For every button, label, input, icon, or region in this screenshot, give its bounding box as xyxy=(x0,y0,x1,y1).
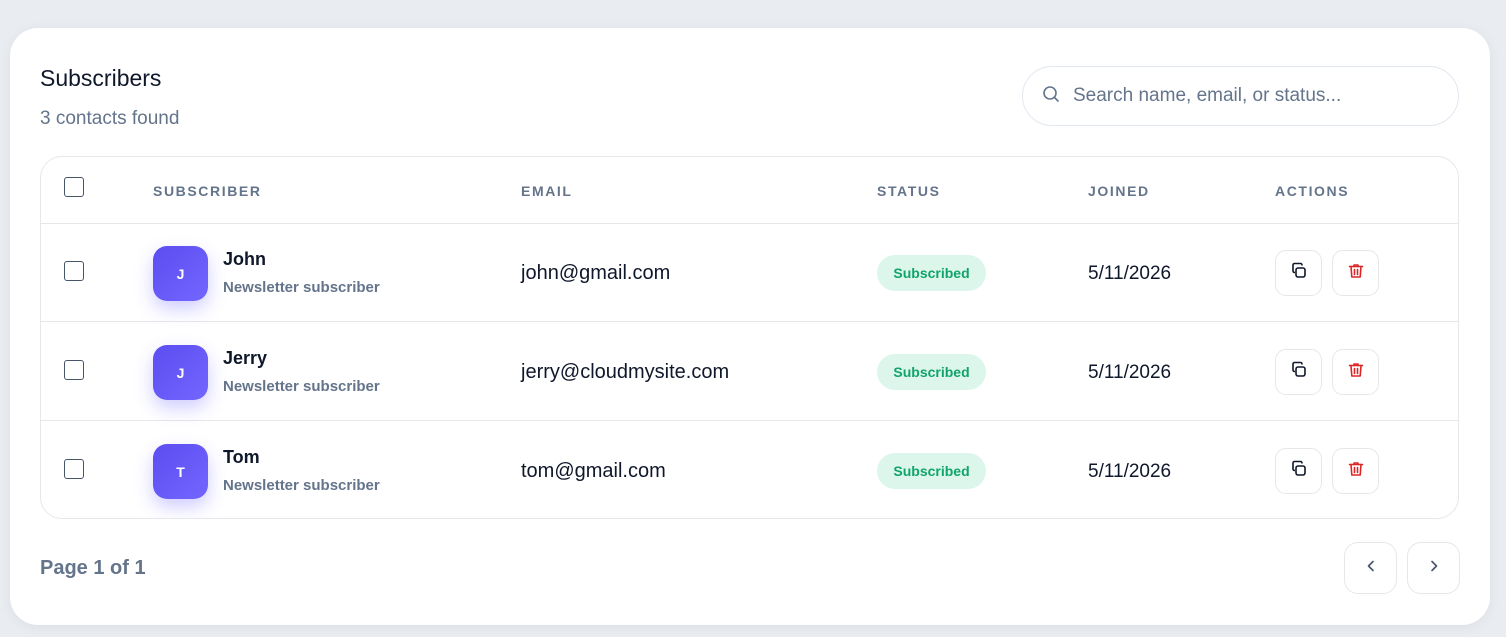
subscriber-name: Jerry xyxy=(223,348,268,368)
joined-date: 5/11/2026 xyxy=(1088,362,1172,383)
column-header-actions: ACTIONS xyxy=(1275,183,1350,199)
row-checkbox[interactable] xyxy=(64,360,84,380)
status-badge: Subscribed xyxy=(877,453,986,489)
subscribers-card: Subscribers 3 contacts found SUBSCRIBER … xyxy=(10,28,1490,625)
column-header-email[interactable]: EMAIL xyxy=(521,183,573,199)
trash-icon xyxy=(1346,360,1366,385)
row-checkbox[interactable] xyxy=(64,459,84,479)
subscriber-name: Tom xyxy=(223,447,260,467)
pagination-label: Page 1 of 1 xyxy=(40,557,146,579)
chevron-left-icon xyxy=(1363,558,1379,579)
column-header-joined[interactable]: JOINED xyxy=(1088,183,1150,199)
status-badge: Subscribed xyxy=(877,255,986,291)
avatar: J xyxy=(153,246,208,301)
avatar: J xyxy=(153,345,208,400)
joined-date: 5/11/2026 xyxy=(1088,461,1172,482)
row-checkbox[interactable] xyxy=(64,261,84,281)
next-page-button[interactable] xyxy=(1407,542,1460,594)
copy-icon xyxy=(1289,261,1309,286)
subscriber-email: tom@gmail.com xyxy=(521,460,666,482)
table-row[interactable]: J John Newsletter subscriber john@gmail.… xyxy=(41,224,1458,322)
subscriber-name: John xyxy=(223,249,266,269)
delete-button[interactable] xyxy=(1332,250,1379,296)
search-box[interactable] xyxy=(1022,66,1459,126)
contacts-count: 3 contacts found xyxy=(40,108,180,129)
table-header: SUBSCRIBER EMAIL STATUS JOINED ACTIONS xyxy=(41,157,1458,224)
search-input[interactable] xyxy=(1073,85,1433,107)
copy-icon xyxy=(1289,459,1309,484)
copy-button[interactable] xyxy=(1275,349,1322,395)
subscriber-description: Newsletter subscriber xyxy=(223,279,380,296)
previous-page-button[interactable] xyxy=(1344,542,1397,594)
column-header-status[interactable]: STATUS xyxy=(877,183,941,199)
search-icon xyxy=(1041,84,1061,109)
trash-icon xyxy=(1346,459,1366,484)
trash-icon xyxy=(1346,261,1366,286)
avatar: T xyxy=(153,444,208,499)
copy-button[interactable] xyxy=(1275,448,1322,494)
chevron-right-icon xyxy=(1426,558,1442,579)
delete-button[interactable] xyxy=(1332,349,1379,395)
subscriber-description: Newsletter subscriber xyxy=(223,378,380,395)
copy-button[interactable] xyxy=(1275,250,1322,296)
subscriber-description: Newsletter subscriber xyxy=(223,477,380,494)
delete-button[interactable] xyxy=(1332,448,1379,494)
subscriber-email: jerry@cloudmysite.com xyxy=(521,361,730,383)
status-badge: Subscribed xyxy=(877,354,986,390)
table-row[interactable]: J Jerry Newsletter subscriber jerry@clou… xyxy=(41,323,1458,421)
copy-icon xyxy=(1289,360,1309,385)
table-row[interactable]: T Tom Newsletter subscriber tom@gmail.co… xyxy=(41,422,1458,518)
joined-date: 5/11/2026 xyxy=(1088,263,1172,284)
page-title: Subscribers xyxy=(40,65,162,91)
column-header-subscriber[interactable]: SUBSCRIBER xyxy=(153,183,262,199)
subscriber-email: john@gmail.com xyxy=(521,262,671,284)
select-all-checkbox[interactable] xyxy=(64,177,84,197)
subscribers-table: SUBSCRIBER EMAIL STATUS JOINED ACTIONS J… xyxy=(40,156,1459,519)
